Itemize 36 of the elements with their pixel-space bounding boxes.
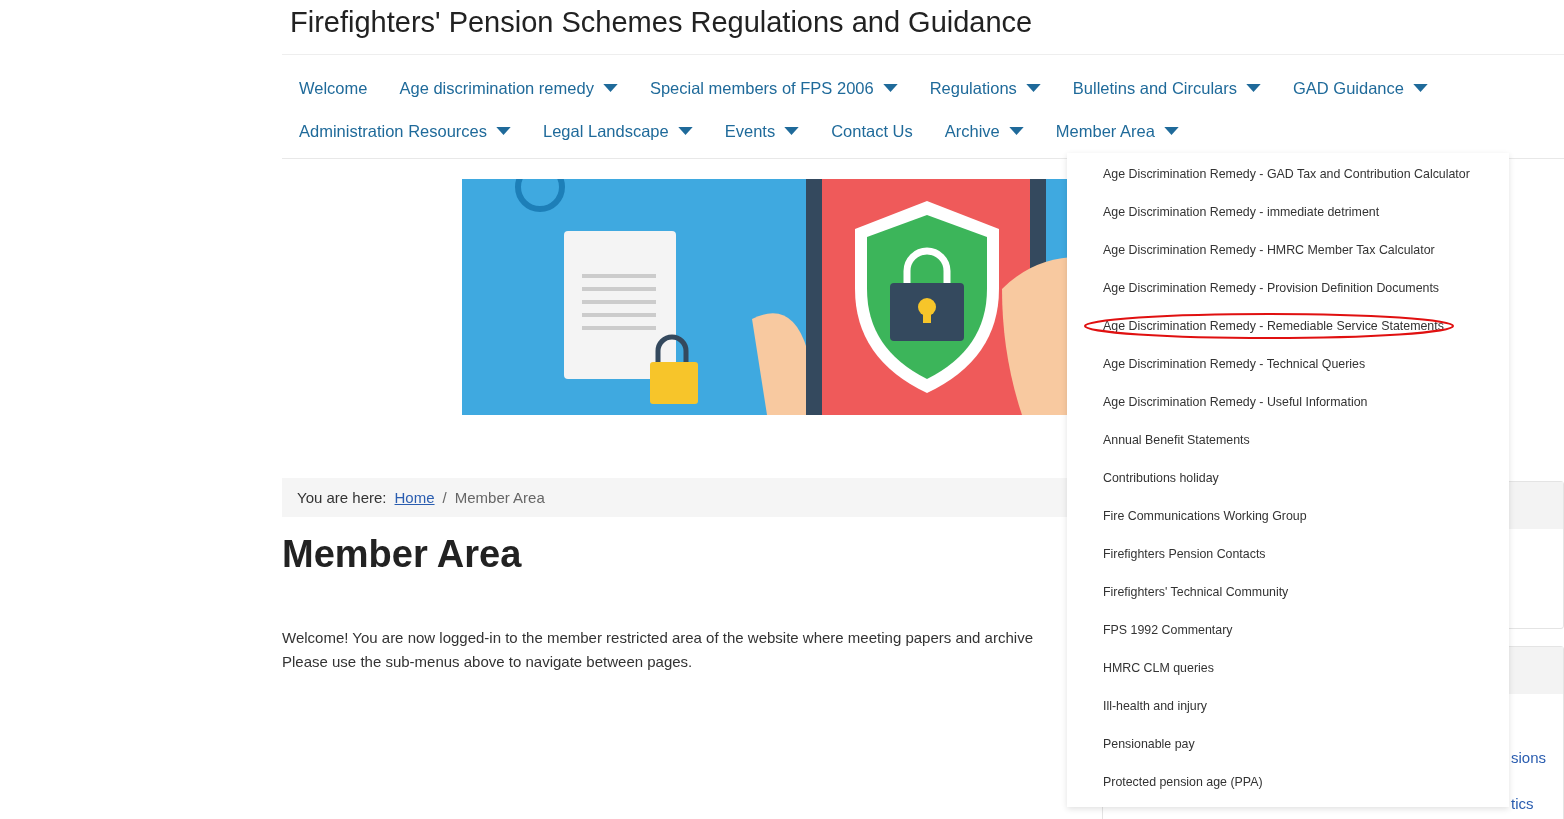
nav-link[interactable]: Legal Landscape — [543, 110, 693, 153]
nav-link[interactable]: Age discrimination remedy — [399, 67, 618, 110]
breadcrumb-label: You are here: — [297, 489, 387, 506]
nav-link[interactable]: Administration Resources — [299, 110, 511, 153]
dropdown-item[interactable]: Age Discrimination Remedy - Useful Information — [1103, 395, 1368, 409]
intro-text: Welcome! You are now logged-in to the member restricted area of the website where meeting papers and archive — [282, 628, 1034, 648]
nav-link[interactable]: Contact Us — [831, 110, 913, 153]
nav-link[interactable]: Special members of FPS 2006 — [649, 67, 898, 110]
breadcrumb-current: Member Area — [454, 489, 545, 506]
dropdown-item[interactable]: Protected pension age (PPA) — [1103, 775, 1263, 789]
dropdown-item[interactable]: Pensionable pay — [1103, 737, 1195, 751]
dropdown-item[interactable]: Age Discrimination Remedy - HMRC Member Tax Calculator — [1103, 243, 1435, 257]
dropdown-item[interactable]: Ill-health and injury — [1103, 699, 1207, 713]
nav-link[interactable]: Archive — [944, 110, 1024, 153]
dropdown-item[interactable]: Annual Benefit Statements — [1103, 433, 1250, 447]
dropdown-item[interactable]: Age Discrimination Remedy - GAD Tax and Contribution Calculator — [1103, 167, 1470, 181]
breadcrumb-separator: / — [442, 489, 447, 506]
site-title: Firefighters' Pension Schemes Regulations and Guidance — [282, 0, 1564, 55]
nav-link[interactable]: Member Area — [1055, 110, 1179, 153]
nav-link[interactable]: Events — [724, 110, 800, 153]
dropdown-item[interactable]: Fire Communications Working Group — [1103, 509, 1307, 523]
intro-text: Please use the sub-menus above to navigate between pages. — [282, 652, 694, 672]
dropdown-item[interactable]: Age Discrimination Remedy - immediate detriment — [1103, 205, 1380, 219]
nav-link[interactable]: Bulletins and Circulars — [1072, 67, 1261, 110]
dropdown-item[interactable]: Contributions holiday — [1103, 471, 1219, 485]
nav-link[interactable]: Welcome — [299, 67, 368, 110]
dropdown-item[interactable]: Firefighters Pension Contacts — [1103, 547, 1266, 561]
dropdown-item[interactable]: FPS 1992 Commentary — [1103, 623, 1233, 637]
dropdown-item[interactable]: HMRC CLM queries — [1103, 661, 1214, 675]
page-heading: Member Area — [282, 533, 523, 576]
dropdown-item[interactable]: Age Discrimination Remedy - Provision Definition Documents — [1103, 281, 1440, 295]
dropdown-item[interactable]: Age Discrimination Remedy - Technical Queries — [1103, 357, 1366, 371]
nav-link[interactable]: Regulations — [929, 67, 1041, 110]
breadcrumb-link[interactable]: Home — [394, 489, 435, 506]
nav-link[interactable]: GAD Guidance — [1292, 67, 1428, 110]
dropdown-item[interactable]: Firefighters' Technical Community — [1103, 585, 1289, 599]
